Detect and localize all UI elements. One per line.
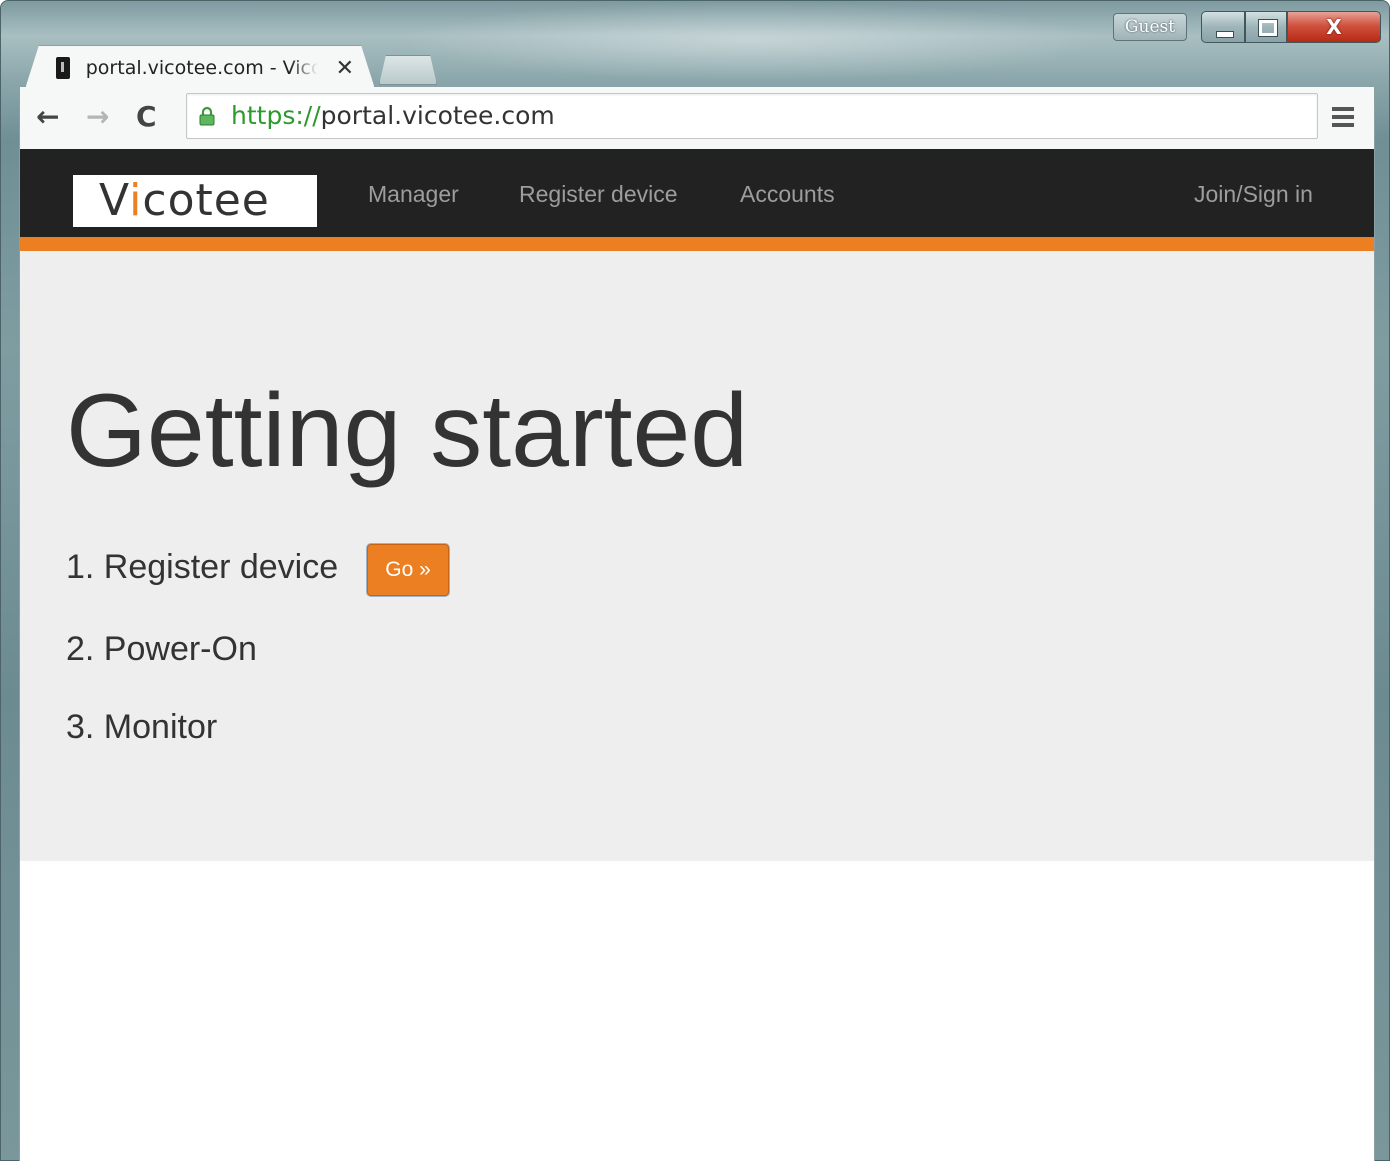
hamburger-menu-icon[interactable] bbox=[1332, 107, 1354, 127]
tab-close-icon[interactable]: ✕ bbox=[336, 56, 354, 81]
lock-icon bbox=[199, 106, 215, 126]
maximize-button[interactable] bbox=[1245, 11, 1287, 43]
nav-link-accounts[interactable]: Accounts bbox=[740, 177, 835, 211]
window-caption-buttons: X bbox=[1201, 11, 1381, 43]
step-power-on: 2. Power-On bbox=[66, 630, 257, 668]
page-title: Getting started bbox=[66, 373, 749, 489]
vicotee-logo[interactable]: Vicotee bbox=[73, 175, 317, 227]
back-arrow-icon[interactable]: ← bbox=[36, 101, 59, 133]
close-window-button[interactable]: X bbox=[1287, 11, 1381, 43]
step-monitor: 3. Monitor bbox=[66, 708, 218, 746]
minimize-button[interactable] bbox=[1201, 11, 1245, 43]
forward-arrow-icon[interactable]: → bbox=[86, 101, 109, 133]
url-text: https://portal.vicotee.com bbox=[231, 94, 555, 140]
nav-link-register-device[interactable]: Register device bbox=[519, 177, 678, 211]
logo-text: Vicotee bbox=[99, 175, 270, 226]
nav-link-join-sign-in[interactable]: Join/Sign in bbox=[1194, 177, 1313, 211]
titlebar-glow bbox=[401, 1, 1101, 81]
getting-started-jumbotron: Getting started 1. Register device Go » … bbox=[20, 251, 1374, 861]
url-scheme: https:// bbox=[231, 101, 321, 130]
browser-tab-active[interactable]: portal.vicotee.com - Vicotee ✕ bbox=[25, 45, 375, 89]
site-navbar: Vicotee Manager Register device Accounts… bbox=[20, 149, 1374, 237]
reload-icon[interactable]: C bbox=[136, 101, 157, 133]
nav-link-manager[interactable]: Manager bbox=[368, 177, 459, 211]
new-tab-button[interactable] bbox=[379, 55, 437, 85]
close-icon: X bbox=[1326, 15, 1342, 39]
browser-window: Guest X portal.vicotee.com - Vicotee ✕ ←… bbox=[0, 0, 1390, 1161]
address-bar[interactable]: https://portal.vicotee.com bbox=[186, 93, 1318, 139]
page-viewport: Vicotee Manager Register device Accounts… bbox=[19, 149, 1375, 1161]
browser-toolbar: ← → C https://portal.vicotee.com bbox=[19, 87, 1375, 149]
tab-title: portal.vicotee.com - Vicotee bbox=[85, 57, 318, 79]
url-host: portal.vicotee.com bbox=[320, 101, 555, 130]
guest-profile-button[interactable]: Guest bbox=[1113, 13, 1187, 41]
step-register-device: 1. Register device bbox=[66, 548, 339, 586]
go-button[interactable]: Go » bbox=[367, 544, 449, 596]
vicotee-favicon-icon bbox=[56, 57, 70, 79]
navbar-accent-stripe bbox=[20, 237, 1374, 251]
